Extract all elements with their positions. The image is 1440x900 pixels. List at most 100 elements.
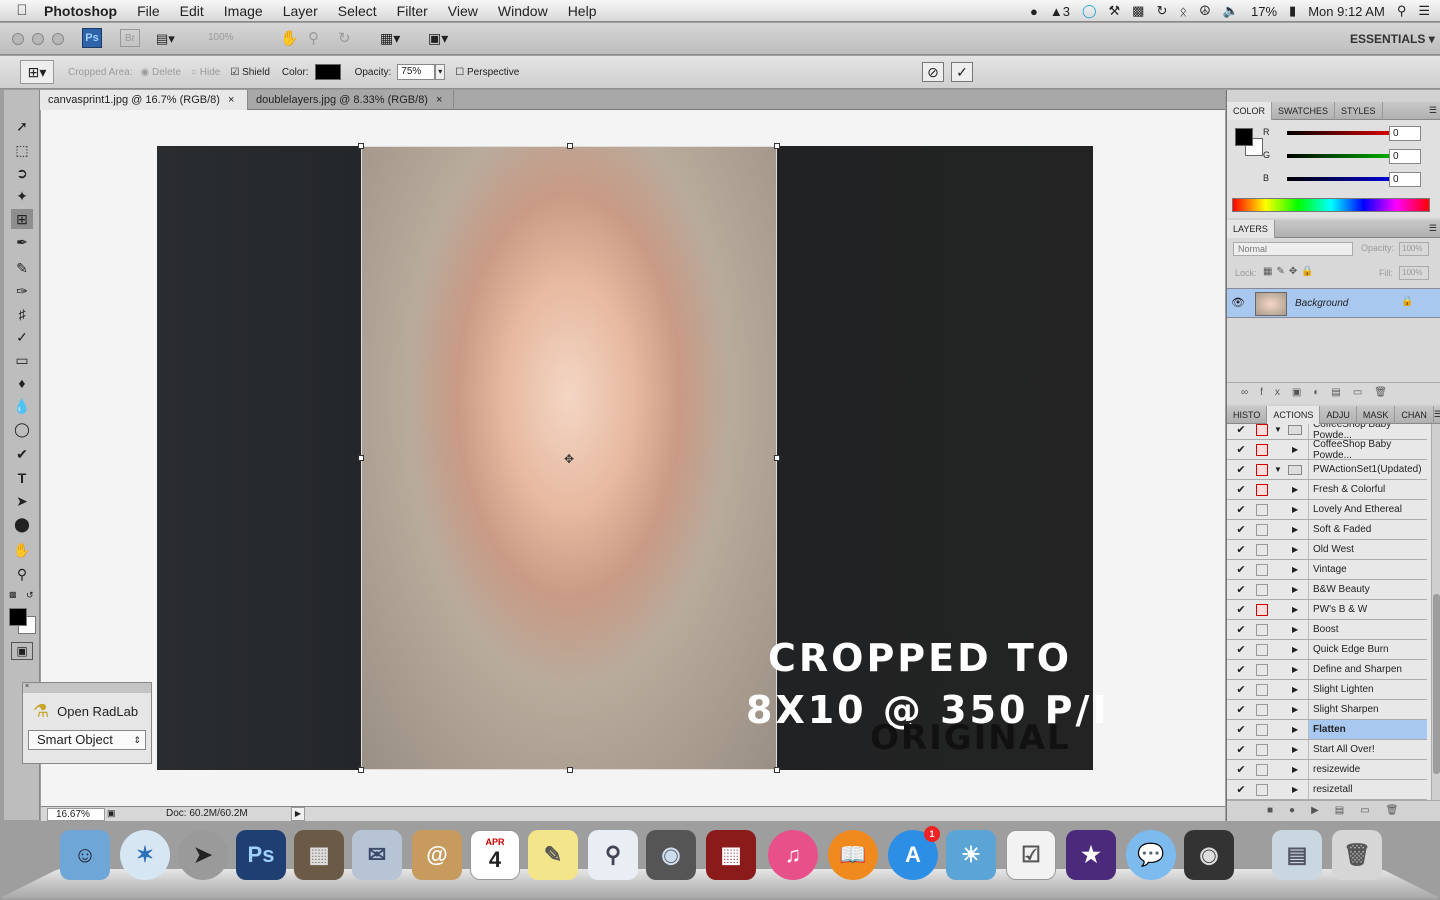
marquee-tool-icon[interactable]: ⬚: [11, 140, 33, 160]
sync-icon[interactable]: ◯: [1082, 3, 1097, 19]
zoom-tool-icon[interactable]: ⚲: [308, 29, 319, 47]
actions-scrollbar[interactable]: [1431, 424, 1440, 800]
commit-crop-button[interactable]: ✓: [951, 62, 973, 82]
finder-icon[interactable]: ☺: [60, 830, 110, 880]
hand-tool-icon[interactable]: ✋: [11, 540, 33, 560]
tab-styles[interactable]: STYLES: [1335, 101, 1383, 120]
action-toggle-checkbox[interactable]: ✔: [1235, 664, 1247, 676]
dialog-toggle-icon[interactable]: [1256, 583, 1268, 596]
zoom-tool-icon[interactable]: ⚲: [11, 564, 33, 584]
dialog-toggle-icon[interactable]: [1256, 523, 1268, 536]
expand-triangle-icon[interactable]: ▶: [1292, 725, 1302, 734]
crop-handle[interactable]: [358, 143, 364, 149]
dialog-toggle-icon[interactable]: [1256, 563, 1268, 576]
tab-masks[interactable]: MASK: [1357, 405, 1396, 424]
tab-layers[interactable]: LAYERS: [1227, 219, 1275, 238]
crop-handle[interactable]: [358, 767, 364, 773]
blur-tool-icon[interactable]: 💧: [11, 396, 33, 416]
menu-window[interactable]: Window: [498, 3, 548, 19]
dialog-toggle-icon[interactable]: [1256, 463, 1268, 476]
menu-layer[interactable]: Layer: [283, 3, 318, 19]
path-selection-tool-icon[interactable]: ➤: [11, 491, 33, 511]
eye-icon[interactable]: 👁: [1231, 296, 1245, 309]
tool-preset-picker[interactable]: ⊞▾: [20, 60, 54, 84]
action-toggle-checkbox[interactable]: ✔: [1235, 784, 1247, 796]
shape-tool-icon[interactable]: ⬤: [11, 514, 33, 534]
magic-wand-tool-icon[interactable]: ✦: [11, 186, 33, 206]
dodge-tool-icon[interactable]: ◯: [11, 419, 33, 439]
action-row[interactable]: ✔ ▶ Fresh & Colorful: [1227, 480, 1427, 500]
blue-field[interactable]: 0: [1389, 172, 1421, 187]
brush-tool-icon[interactable]: ✑: [11, 281, 33, 301]
foreground-color-chip[interactable]: [1235, 128, 1253, 146]
action-row[interactable]: ✔ ▶ PW's B & W: [1227, 600, 1427, 620]
action-row[interactable]: ✔ ▶ Lovely And Ethereal: [1227, 500, 1427, 520]
perspective-checkbox[interactable]: ☐ Perspective: [455, 67, 519, 78]
action-row[interactable]: ✔ ▶ Quick Edge Burn: [1227, 640, 1427, 660]
close-tab-icon[interactable]: ×: [436, 94, 442, 106]
mail-stamp-icon[interactable]: ✉: [352, 830, 402, 880]
lock-icons[interactable]: ▦✎✥🔒: [1263, 266, 1318, 277]
tab-color[interactable]: COLOR: [1227, 101, 1273, 120]
panel-menu-icon[interactable]: ☰: [1429, 223, 1440, 234]
layer-row-background[interactable]: 👁 Background 🔒: [1227, 288, 1440, 318]
rotate-view-icon[interactable]: ↻: [338, 29, 351, 47]
action-toggle-checkbox[interactable]: ✔: [1235, 724, 1247, 736]
creative-cloud-icon[interactable]: ●: [1030, 4, 1038, 19]
crop-handle[interactable]: [567, 143, 573, 149]
action-toggle-checkbox[interactable]: ✔: [1235, 484, 1247, 496]
reminders-icon[interactable]: ☑: [1006, 830, 1056, 880]
crop-handle[interactable]: [358, 455, 364, 461]
action-row[interactable]: ✔ ▶ Flatten: [1227, 720, 1427, 740]
action-toggle-checkbox[interactable]: ✔: [1235, 604, 1247, 616]
quick-mask-icon[interactable]: ▣: [11, 642, 33, 660]
dialog-toggle-icon[interactable]: [1256, 703, 1268, 716]
menu-filter[interactable]: Filter: [397, 3, 428, 19]
green-field[interactable]: 0: [1389, 149, 1421, 164]
bridge-button[interactable]: Br: [120, 29, 140, 47]
action-toggle-checkbox[interactable]: ✔: [1235, 424, 1247, 436]
layer-actions-icons[interactable]: ∞fx▣◐▤▭🗑: [1227, 382, 1440, 402]
shield-checkbox[interactable]: ☑ Shield: [230, 67, 270, 78]
dialog-toggle-icon[interactable]: [1256, 443, 1268, 456]
action-row[interactable]: ✔ ▶ CoffeeShop Baby Powde...: [1227, 439, 1427, 461]
open-radlab-button[interactable]: ⚗ Open RadLab: [33, 701, 151, 722]
action-row[interactable]: ✔ ▶ Boost: [1227, 620, 1427, 640]
collapse-triangle-icon[interactable]: ▼: [1274, 465, 1284, 474]
action-toggle-checkbox[interactable]: ✔: [1235, 584, 1247, 596]
action-row[interactable]: ✔ ▶ Soft & Faded: [1227, 520, 1427, 540]
dialog-toggle-icon[interactable]: [1256, 503, 1268, 516]
dialog-toggle-icon[interactable]: [1256, 643, 1268, 656]
iphoto-icon[interactable]: ☀: [946, 830, 996, 880]
menu-help[interactable]: Help: [568, 3, 597, 19]
move-tool-icon[interactable]: ➚: [11, 116, 33, 136]
action-row[interactable]: ✔ ▶ Define and Sharpen: [1227, 660, 1427, 680]
hand-tool-icon[interactable]: ✋: [280, 29, 299, 47]
red-field[interactable]: 0: [1389, 126, 1421, 141]
scrollbar-thumb[interactable]: [1433, 594, 1440, 774]
clone-stamp-tool-icon[interactable]: ♯: [11, 304, 33, 324]
zoom-field[interactable]: 16.67%: [47, 808, 105, 821]
apple-menu-icon[interactable]: : [0, 2, 44, 19]
expand-triangle-icon[interactable]: ▶: [1292, 745, 1302, 754]
eraser-tool-icon[interactable]: ▭: [11, 350, 33, 370]
expand-triangle-icon[interactable]: ▶: [1292, 545, 1302, 554]
battery-status[interactable]: 17%: [1251, 4, 1277, 19]
panel-menu-icon[interactable]: ☰: [1429, 105, 1440, 116]
close-tab-icon[interactable]: ×: [228, 94, 234, 106]
wifi-icon[interactable]: ☮: [1199, 3, 1211, 19]
action-toggle-checkbox[interactable]: ✔: [1235, 764, 1247, 776]
color-ramp[interactable]: [1232, 198, 1430, 212]
action-toggle-checkbox[interactable]: ✔: [1235, 464, 1247, 476]
lasso-tool-icon[interactable]: ➲: [11, 163, 33, 183]
expand-triangle-icon[interactable]: ▶: [1292, 645, 1302, 654]
dialog-toggle-icon[interactable]: [1256, 483, 1268, 496]
dialog-toggle-icon[interactable]: [1256, 783, 1268, 796]
crop-center-marker-icon[interactable]: ✥: [564, 452, 574, 466]
expand-triangle-icon[interactable]: ▶: [1292, 705, 1302, 714]
photoshop-dock-icon[interactable]: Ps: [236, 830, 286, 880]
adobe-icon[interactable]: ▲3: [1050, 4, 1070, 19]
opacity-field[interactable]: 75%: [397, 64, 436, 80]
history-brush-tool-icon[interactable]: ✓: [11, 327, 33, 347]
action-toggle-checkbox[interactable]: ✔: [1235, 444, 1247, 456]
